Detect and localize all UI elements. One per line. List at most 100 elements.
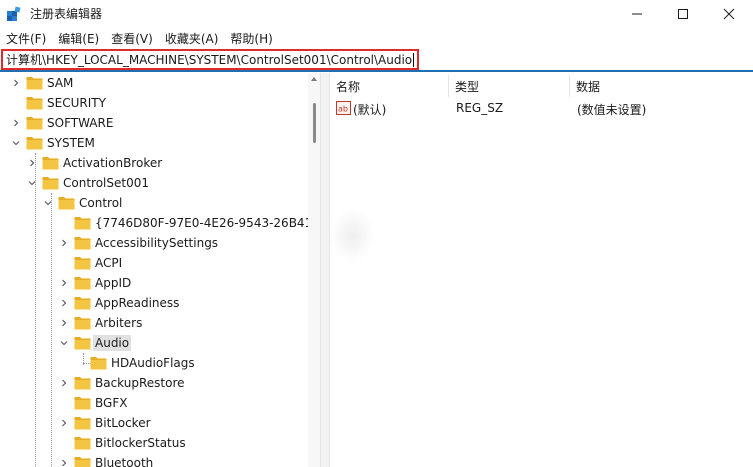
table-row[interactable]: ab (默认) REG_SZ (数值未设置) — [330, 98, 753, 118]
folder-icon — [74, 277, 91, 290]
folder-icon — [74, 437, 91, 450]
folder-icon — [74, 217, 91, 230]
tree-item[interactable]: AppID — [0, 273, 305, 293]
maximize-icon — [678, 9, 688, 19]
tree-scrollbar[interactable] — [308, 73, 320, 467]
chevron-right-icon[interactable] — [60, 279, 68, 287]
tree-item-label: ACPI — [95, 256, 123, 270]
folder-icon — [74, 257, 91, 270]
scroll-thumb[interactable] — [313, 103, 316, 143]
menu-file[interactable]: 文件(F) — [6, 30, 53, 47]
tree-item[interactable]: {7746D80F-97E0-4E26-9543-26B41 — [0, 213, 312, 233]
tree-item[interactable]: SOFTWARE — [0, 113, 305, 133]
chevron-right-icon[interactable] — [60, 319, 68, 327]
tree-item[interactable]: Control — [0, 193, 305, 213]
address-bar: 计算机\HKEY_LOCAL_MACHINE\SYSTEM\ControlSet… — [0, 48, 753, 72]
chevron-down-icon[interactable] — [44, 199, 52, 207]
tree-item[interactable]: SYSTEM — [0, 133, 305, 153]
chevron-right-icon[interactable] — [60, 239, 68, 247]
chevron-right-icon[interactable] — [12, 79, 20, 87]
tree-item-label: SOFTWARE — [47, 116, 114, 130]
minimize-icon — [632, 13, 642, 15]
chevron-right-icon[interactable] — [60, 459, 68, 467]
menu-help[interactable]: 帮助(H) — [230, 30, 279, 47]
scroll-up-arrow-icon[interactable] — [311, 77, 317, 81]
value-list: 名称 类型 数据 ab (默认) REG_SZ (数值未设置) — [330, 73, 753, 467]
menu-view[interactable]: 查看(V) — [111, 30, 160, 47]
tree-item-label: BitlockerStatus — [95, 436, 186, 450]
folder-icon — [74, 377, 91, 390]
tree-item-label: {7746D80F-97E0-4E26-9543-26B41 — [95, 216, 313, 230]
tree-item-label: SYSTEM — [47, 136, 95, 150]
folder-icon — [42, 177, 59, 190]
tree-item[interactable]: BitLocker — [0, 413, 305, 433]
svg-text:ab: ab — [338, 105, 348, 114]
folder-icon — [74, 237, 91, 250]
tree-item[interactable]: Bluetooth — [0, 453, 305, 467]
tree-item-label: BitLocker — [95, 416, 151, 430]
address-path: 计算机\HKEY_LOCAL_MACHINE\SYSTEM\ControlSet… — [6, 53, 413, 67]
folder-icon — [90, 357, 107, 370]
window-title: 注册表编辑器 — [30, 7, 103, 21]
chevron-right-icon[interactable] — [12, 119, 20, 127]
tree-item[interactable]: AccessibilitySettings — [0, 233, 305, 253]
folder-icon — [26, 97, 43, 110]
chevron-right-icon[interactable] — [28, 159, 36, 167]
address-input[interactable]: 计算机\HKEY_LOCAL_MACHINE\SYSTEM\ControlSet… — [1, 49, 420, 70]
tree-item[interactable]: Arbiters — [0, 313, 305, 333]
folder-icon — [74, 337, 91, 350]
tree-item-label: Control — [79, 196, 123, 210]
tree-item[interactable]: BackupRestore — [0, 373, 305, 393]
tree-item-label: Arbiters — [95, 316, 143, 330]
folder-icon — [26, 77, 43, 90]
decorative-smudge — [330, 208, 375, 263]
chevron-down-icon[interactable] — [28, 179, 36, 187]
tree-item-label: Audio — [93, 335, 132, 351]
folder-icon — [74, 457, 91, 467]
chevron-right-icon[interactable] — [60, 379, 68, 387]
menu-favorites[interactable]: 收藏夹(A) — [165, 30, 226, 47]
tree-item-label: SECURITY — [47, 96, 106, 110]
tree-item[interactable]: BGFX — [0, 393, 305, 413]
close-button[interactable] — [706, 0, 752, 28]
folder-icon — [74, 297, 91, 310]
regedit-icon — [7, 6, 21, 21]
key-tree: SAM SECURITY SOFTWARE SYSTEM ActivationBroke… — [0, 73, 320, 467]
folder-icon — [74, 417, 91, 430]
column-header-type[interactable]: 类型 — [449, 75, 569, 97]
folder-icon — [42, 157, 59, 170]
minimize-button[interactable] — [614, 0, 660, 28]
close-icon — [723, 8, 735, 20]
tree-item[interactable]: HDAudioFlags — [0, 353, 305, 373]
maximize-button[interactable] — [660, 0, 706, 28]
tree-item[interactable]: AppReadiness — [0, 293, 305, 313]
chevron-down-icon[interactable] — [60, 339, 68, 347]
folder-icon — [74, 317, 91, 330]
tree-item-label: ControlSet001 — [63, 176, 149, 190]
tree-item-label: AppReadiness — [95, 296, 180, 310]
tree-item[interactable]: ActivationBroker — [0, 153, 305, 173]
tree-item-label: Bluetooth — [95, 456, 154, 467]
tree-item-label: HDAudioFlags — [111, 356, 195, 370]
tree-item[interactable]: BitlockerStatus — [0, 433, 305, 453]
value-data: (数值未设置) — [577, 103, 647, 117]
tree-item[interactable]: Audio — [0, 333, 305, 353]
string-value-icon: ab — [336, 101, 351, 115]
pane-splitter[interactable] — [320, 73, 330, 467]
tree-item-label: BackupRestore — [95, 376, 185, 390]
column-header-data[interactable]: 数据 — [570, 75, 753, 97]
tree-item[interactable]: SECURITY — [0, 93, 305, 113]
tree-item[interactable]: SAM — [0, 73, 305, 93]
column-header-name[interactable]: 名称 — [330, 75, 448, 97]
menu-edit[interactable]: 编辑(E) — [58, 30, 106, 47]
tree-item-label: BGFX — [95, 396, 128, 410]
tree-item-label: AppID — [95, 276, 132, 290]
chevron-right-icon[interactable] — [60, 299, 68, 307]
chevron-right-icon[interactable] — [60, 419, 68, 427]
folder-icon — [26, 137, 43, 150]
chevron-down-icon[interactable] — [12, 139, 20, 147]
tree-item[interactable]: ControlSet001 — [0, 173, 305, 193]
tree-item[interactable]: ACPI — [0, 253, 305, 273]
folder-icon — [26, 117, 43, 130]
value-type: REG_SZ — [456, 101, 504, 115]
